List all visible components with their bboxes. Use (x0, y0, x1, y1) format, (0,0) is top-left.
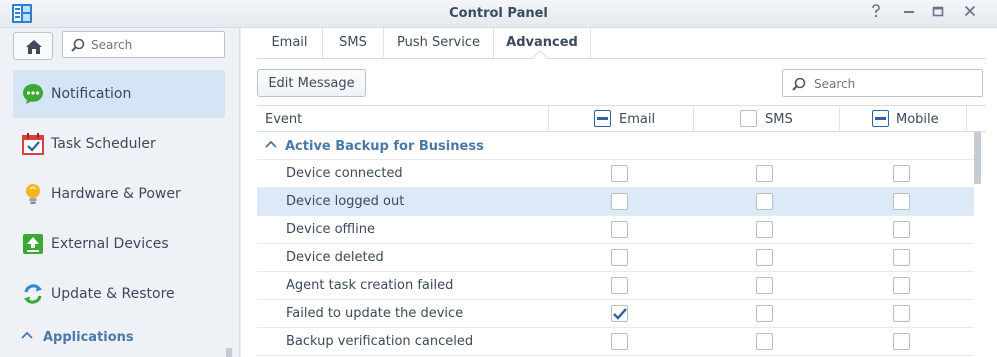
sms-column-checkbox[interactable] (740, 110, 757, 127)
sms-checkbox[interactable] (756, 277, 773, 294)
search-icon (71, 38, 85, 52)
edit-message-button[interactable]: Edit Message (257, 69, 366, 97)
email-checkbox[interactable] (611, 165, 628, 182)
group-label: Active Backup for Business (285, 139, 484, 154)
close-icon[interactable] (960, 4, 980, 24)
table-row[interactable]: Agent task creation failed (257, 272, 974, 300)
mobile-checkbox[interactable] (893, 221, 910, 238)
email-column-checkbox[interactable] (594, 110, 611, 127)
column-header-email: Email (549, 106, 694, 132)
chevron-up-icon (21, 329, 33, 343)
tab-sms[interactable]: SMS (323, 28, 384, 58)
mobile-checkbox[interactable] (893, 249, 910, 266)
chevron-up-icon (265, 138, 277, 152)
sms-checkbox[interactable] (756, 249, 773, 266)
mobile-checkbox[interactable] (893, 305, 910, 322)
home-button[interactable] (13, 32, 53, 60)
sidebar-item-task-scheduler[interactable]: Task Scheduler (13, 120, 225, 168)
scrollbar-thumb[interactable] (974, 132, 981, 184)
sms-checkbox[interactable] (756, 333, 773, 350)
sidebar-search-input[interactable] (91, 36, 219, 53)
sidebar-section-applications[interactable]: Applications (13, 328, 225, 348)
column-header-mobile: Mobile (840, 106, 967, 132)
home-icon (26, 40, 42, 54)
email-checkbox[interactable] (611, 221, 628, 238)
sms-checkbox[interactable] (756, 193, 773, 210)
group-row-active-backup[interactable]: Active Backup for Business (257, 132, 974, 160)
sms-checkbox[interactable] (756, 221, 773, 238)
mobile-checkbox[interactable] (893, 333, 910, 350)
maximize-icon[interactable] (928, 4, 948, 24)
email-checkbox[interactable] (611, 249, 628, 266)
window-title: Control Panel (449, 6, 548, 21)
mobile-column-checkbox[interactable] (872, 110, 889, 127)
event-label: Agent task creation failed (286, 278, 454, 293)
sidebar-search-field[interactable] (62, 31, 225, 58)
sidebar-item-update-restore[interactable]: Update & Restore (13, 270, 225, 318)
column-header-sms: SMS (694, 106, 840, 132)
table-row[interactable]: Device offline (257, 216, 974, 244)
minimize-icon[interactable] (899, 4, 919, 24)
column-header-event[interactable]: Event (257, 106, 549, 132)
mobile-checkbox[interactable] (893, 277, 910, 294)
notification-icon (22, 83, 44, 105)
column-label: SMS (765, 112, 793, 127)
tab-email[interactable]: Email (257, 28, 323, 58)
sidebar-item-hardware-power[interactable]: Hardware & Power (13, 170, 225, 218)
help-icon[interactable] (866, 4, 886, 24)
email-checkbox[interactable] (611, 193, 628, 210)
sidebar-item-label: Hardware & Power (51, 186, 181, 202)
table-scrollbar[interactable] (972, 132, 982, 357)
mobile-checkbox[interactable] (893, 165, 910, 182)
event-label: Device connected (286, 166, 403, 181)
event-search-input[interactable] (814, 75, 974, 92)
email-checkbox[interactable] (611, 333, 628, 350)
external-devices-icon (22, 233, 44, 255)
sidebar-item-label: External Devices (51, 236, 169, 252)
column-label: Mobile (896, 112, 939, 127)
hardware-power-icon (22, 183, 44, 205)
sidebar-item-external-devices[interactable]: External Devices (13, 220, 225, 268)
event-search-field[interactable] (782, 69, 983, 97)
event-label: Device offline (286, 222, 375, 237)
table-row[interactable]: Device deleted (257, 244, 974, 272)
sidebar-item-label: Notification (51, 86, 132, 102)
mobile-checkbox[interactable] (893, 193, 910, 210)
sms-checkbox[interactable] (756, 165, 773, 182)
event-label: Device deleted (286, 250, 384, 265)
search-icon (792, 77, 806, 91)
table-row[interactable]: Device logged out (257, 188, 974, 216)
update-restore-icon (22, 283, 44, 305)
column-label: Event (265, 112, 303, 127)
column-label: Email (619, 112, 656, 127)
email-checkbox[interactable] (611, 305, 628, 322)
table-header: Event Email SMS Mobile (257, 105, 986, 132)
event-label: Device logged out (286, 194, 405, 209)
tab-bar: Email SMS Push Service Advanced (257, 28, 986, 59)
sidebar-item-notification[interactable]: Notification (13, 70, 225, 118)
sidebar: Notification Task Scheduler Hardware & P… (0, 28, 240, 357)
event-label: Failed to update the device (286, 306, 464, 321)
sidebar-scrollbar[interactable] (226, 348, 232, 357)
main-panel: Email SMS Push Service Advanced Edit Mes… (241, 28, 997, 357)
event-label: Backup verification canceled (286, 334, 474, 349)
title-bar: Control Panel (0, 0, 997, 28)
sidebar-section-label: Applications (43, 330, 134, 345)
email-checkbox[interactable] (611, 277, 628, 294)
sidebar-item-label: Task Scheduler (51, 136, 156, 152)
checkmark-icon (613, 308, 627, 320)
sidebar-item-label: Update & Restore (51, 286, 175, 302)
sms-checkbox[interactable] (756, 305, 773, 322)
task-scheduler-icon (22, 133, 44, 155)
tab-push-service[interactable]: Push Service (384, 28, 494, 58)
table-row[interactable]: Failed to update the device (257, 300, 974, 328)
table-row[interactable]: Device connected (257, 160, 974, 188)
table-row[interactable]: Backup verification canceled (257, 328, 974, 356)
